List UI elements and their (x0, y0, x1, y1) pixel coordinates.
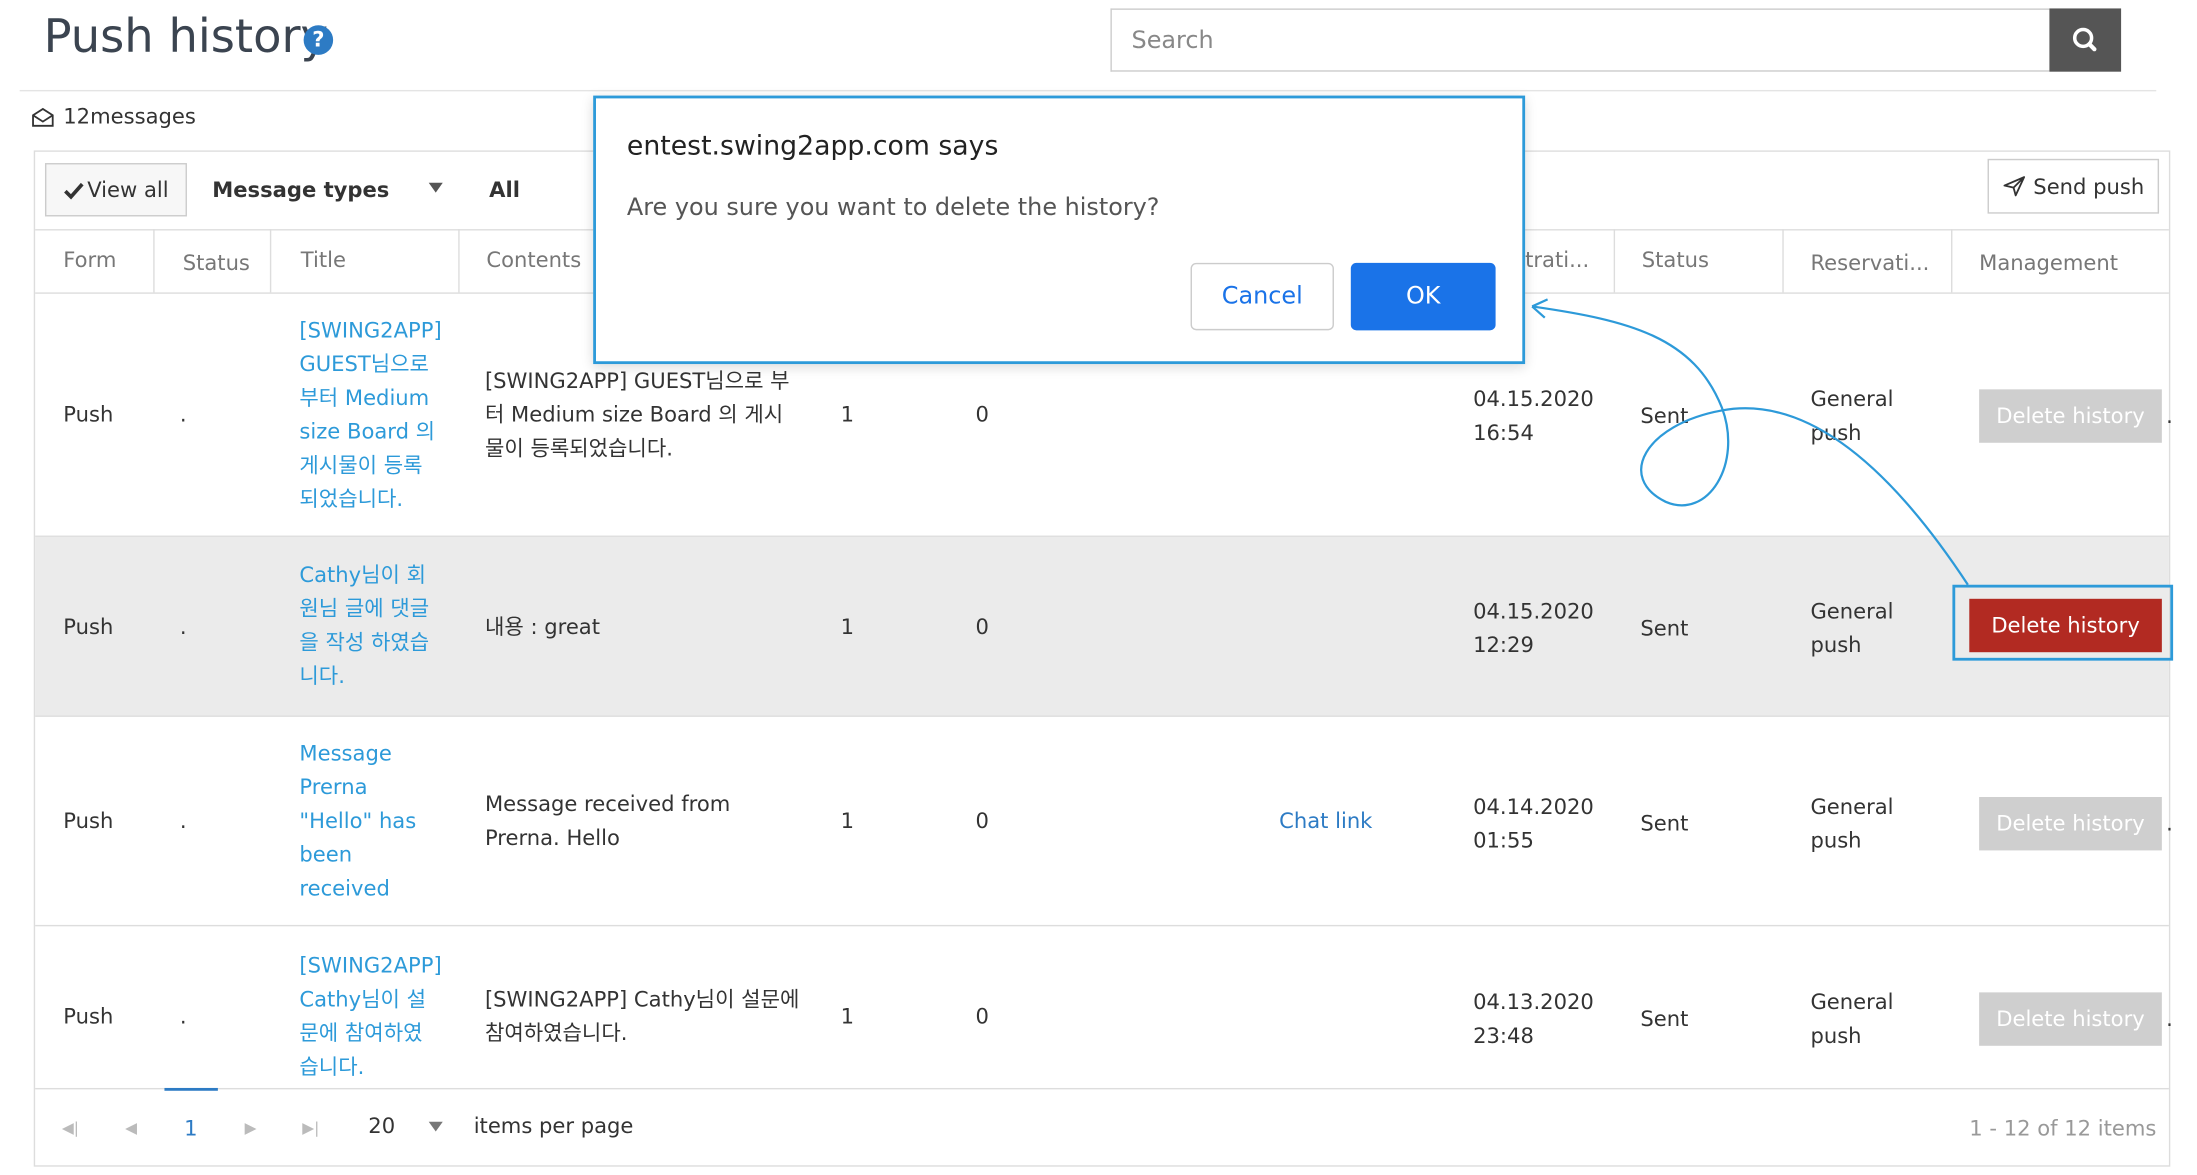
row-form: Push (63, 1003, 114, 1029)
page-size-select[interactable]: 20 (368, 1113, 395, 1138)
row-count-sent: 1 (840, 808, 854, 834)
column-header-registration[interactable]: trati... (1525, 247, 1589, 272)
chat-link[interactable]: Chat link (1279, 804, 1372, 838)
row-count-opened: 0 (975, 1003, 989, 1029)
search-input[interactable] (1110, 8, 2050, 72)
row-contents: 내용 : great (484, 614, 601, 640)
row-send-status: Sent (1640, 1006, 1689, 1032)
row-reservation: General push (1810, 386, 1894, 446)
current-page-indicator (164, 1087, 218, 1091)
view-all-label: View all (87, 177, 169, 203)
envelope-icon (32, 107, 54, 127)
row-send-status: Sent (1640, 811, 1689, 837)
search-icon (2072, 27, 2097, 52)
column-divider (1782, 229, 1784, 293)
ok-button[interactable]: OK (1350, 262, 1496, 331)
row-status: . (179, 808, 187, 834)
last-page-icon[interactable]: ▶| (302, 1119, 319, 1137)
row-count-sent: 1 (840, 402, 854, 428)
row-form: Push (63, 808, 114, 834)
paper-plane-icon (2002, 176, 2025, 197)
previous-page-icon[interactable]: ◀ (125, 1119, 137, 1137)
column-header-management[interactable]: Management (1979, 250, 2118, 275)
message-types-dropdown[interactable]: Message types (212, 177, 389, 202)
column-divider (1613, 229, 1616, 293)
help-icon[interactable]: ? (303, 25, 334, 55)
row-reservation: General push (1810, 989, 1894, 1049)
row-send-status: Sent (1640, 615, 1689, 641)
column-divider (269, 229, 272, 293)
row-count-opened: 0 (975, 402, 989, 428)
row-count-opened: 0 (975, 614, 989, 640)
search-button[interactable] (2049, 8, 2122, 72)
page-size-chevron-down-icon[interactable] (428, 1121, 443, 1132)
delete-history-button[interactable]: Delete history (1979, 992, 2162, 1046)
trailing-mark: . (2166, 1006, 2173, 1032)
row-reservation: General push (1810, 794, 1894, 854)
message-type-filter[interactable]: All (489, 177, 520, 202)
pagination-divider (35, 1087, 2169, 1090)
row-form: Push (63, 402, 114, 428)
message-count-label: 12messages (63, 104, 196, 130)
first-page-icon[interactable]: ◀​| (62, 1119, 79, 1137)
column-divider (458, 229, 460, 293)
delete-history-button[interactable]: Delete history (1979, 389, 2162, 443)
pagination-info: 1 - 12 of 12 items (1969, 1116, 2157, 1142)
column-header-form[interactable]: Form (63, 247, 116, 272)
screen: Push history ? 12messages View all Messa… (0, 0, 2197, 1175)
trailing-mark: . (2166, 811, 2173, 837)
cancel-button[interactable]: Cancel (1190, 262, 1334, 331)
delete-history-button[interactable]: Delete history (1979, 796, 2162, 851)
dialog-message: Are you sure you want to delete the hist… (626, 193, 1160, 223)
column-divider (1951, 229, 1953, 293)
column-header-title[interactable]: Title (301, 247, 346, 272)
column-divider (153, 229, 155, 293)
row-contents: Message received from Prerna. Hello (484, 791, 731, 851)
confirm-dialog: entest.swing2app.com says Are you sure y… (593, 95, 1526, 365)
dialog-title: entest.swing2app.com says (626, 130, 999, 162)
view-all-button[interactable]: View all (44, 163, 187, 217)
row-contents: [SWING2APP] Cathy님이 설문에 참여하였습니다. (484, 986, 800, 1046)
column-header-status[interactable]: Status (183, 250, 250, 275)
row-registration-date: 04.13.2020 23:48 (1473, 989, 1594, 1049)
row-status: . (179, 614, 187, 640)
send-push-label: Send push (2033, 173, 2145, 199)
row-title-link[interactable]: [SWING2APP] Cathy님이 설 문에 참여하였 습니다. (299, 949, 441, 1084)
check-icon (64, 182, 84, 199)
row-contents: [SWING2APP] GUEST님으로 부터 Medium size Boar… (484, 368, 790, 462)
send-push-button[interactable]: Send push (1987, 158, 2160, 214)
page-title: Push history (43, 8, 328, 64)
row-registration-date: 04.15.2020 12:29 (1473, 598, 1594, 658)
column-header-reservation[interactable]: Reservati... (1810, 250, 1929, 275)
column-header-send-status[interactable]: Status (1642, 247, 1709, 272)
row-reservation: General push (1810, 598, 1894, 658)
row-title-link[interactable]: [SWING2APP] GUEST님으로 부터 Medium size Board … (299, 313, 441, 515)
trailing-mark: . (2166, 403, 2173, 429)
column-header-contents[interactable]: Contents (486, 247, 581, 272)
next-page-icon[interactable]: ▶ (245, 1119, 257, 1137)
row-title-link[interactable]: Cathy님이 회 원님 글에 댓글 을 작성 하였습 니다. (299, 558, 429, 693)
message-count: 12messages (31, 104, 196, 129)
row-title-link[interactable]: Message Prerna "Hello" has been received (299, 737, 416, 906)
chevron-down-icon[interactable] (428, 182, 443, 193)
delete-button-highlight (1952, 584, 2174, 661)
row-form: Push (63, 614, 114, 640)
row-registration-date: 04.14.2020 01:55 (1473, 794, 1594, 854)
header-divider (19, 89, 2157, 92)
items-per-page-label: items per page (473, 1113, 634, 1139)
row-status: . (179, 1003, 187, 1029)
row-registration-date: 04.15.2020 16:54 (1473, 386, 1594, 446)
row-count-opened: 0 (975, 808, 989, 834)
row-status: . (179, 402, 187, 428)
row-count-sent: 1 (840, 1003, 854, 1029)
page-number[interactable]: 1 (184, 1116, 197, 1141)
row-count-sent: 1 (840, 614, 854, 640)
row-send-status: Sent (1640, 403, 1689, 429)
